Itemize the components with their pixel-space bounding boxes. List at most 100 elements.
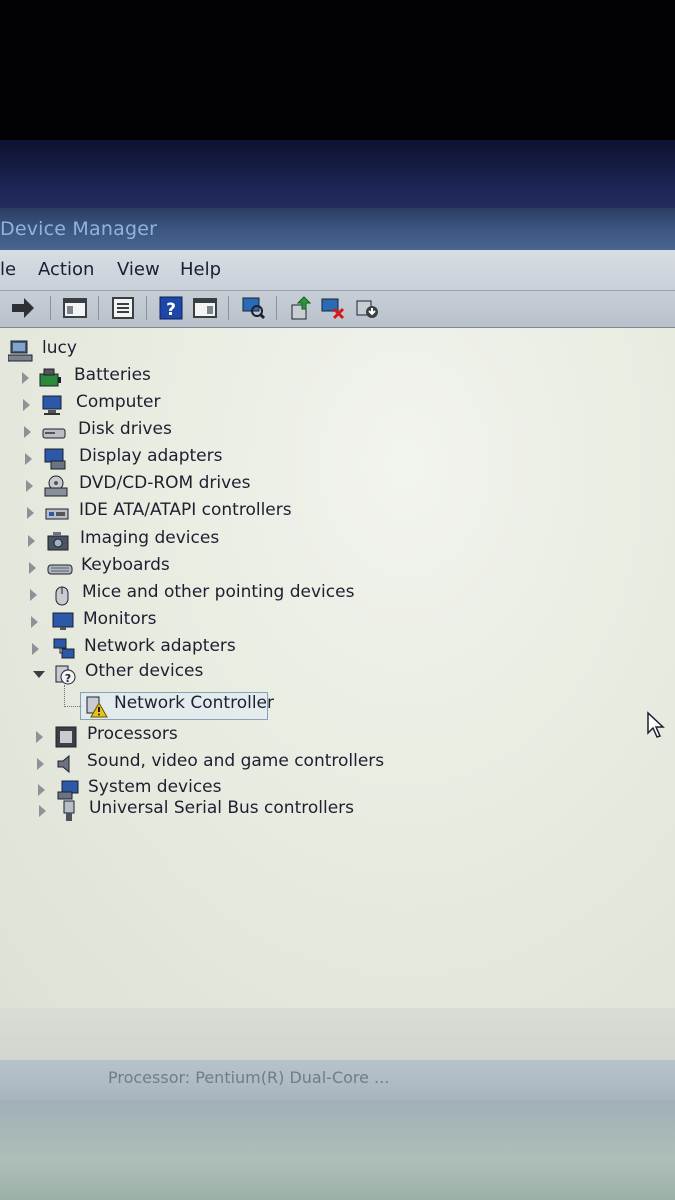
tree-item-label: Batteries [74,365,151,385]
computer-root-icon [7,339,33,363]
expand-arrow-icon[interactable] [39,805,46,817]
usb-icon [57,799,81,823]
scan-hardware-icon[interactable] [240,295,266,321]
tree-item-label: Mice and other pointing devices [82,582,355,602]
expand-arrow-icon[interactable] [32,643,39,655]
screen-bottom-edge [0,1100,675,1200]
tree-item-usb-controllers[interactable]: Universal Serial Bus controllers [39,798,379,824]
uninstall-icon[interactable] [320,295,346,321]
tree-item-display-adapters[interactable]: Display adapters [25,446,325,472]
forward-icon[interactable] [10,295,36,321]
window-title: Device Manager [0,218,158,240]
dvd-drive-icon [44,474,68,498]
tree-item-label: Disk drives [78,419,172,439]
screen-top-edge [0,0,675,140]
update-driver-icon[interactable] [288,295,314,321]
tree-item-computer[interactable]: Computer [23,392,323,418]
tree-item-label: Sound, video and game controllers [87,751,385,771]
toolbar-separator [98,296,99,320]
tree-item-dvd-drives[interactable]: DVD/CD-ROM drives [26,473,346,499]
device-tree: lucy Batteries Computer Disk drives Disp… [0,328,675,1008]
toolbar-separator [276,296,277,320]
properties-icon[interactable] [110,295,136,321]
disk-drive-icon [42,420,66,444]
mouse-cursor-icon [646,711,666,743]
tree-item-label: System devices [88,777,222,797]
tree-item-label: Universal Serial Bus controllers [89,798,355,818]
status-text: Processor: Pentium(R) Dual-Core ... [108,1068,390,1087]
tree-item-network-controller[interactable]: Network Controller [84,693,284,719]
mouse-icon [50,583,74,607]
tree-item-label: Other devices [85,661,204,681]
toolbar: ? [0,291,675,328]
processor-icon [54,725,78,749]
tree-item-mice[interactable]: Mice and other pointing devices [30,582,390,608]
tree-item-label: Keyboards [81,555,170,575]
ide-controller-icon [45,501,69,525]
monitor-icon [51,610,75,634]
menu-bar: le Action View Help [0,250,675,291]
action-pane-icon[interactable] [192,295,218,321]
expand-arrow-icon[interactable] [28,535,35,547]
toolbar-separator [228,296,229,320]
tree-item-label: Display adapters [79,446,223,466]
display-adapter-icon [43,447,67,471]
tree-connector [64,685,65,707]
tree-item-label: Computer [76,392,161,412]
unknown-device-icon: ? [53,662,77,686]
tree-item-other-devices[interactable]: ? Other devices [33,661,333,687]
expand-arrow-icon[interactable] [30,589,37,601]
svg-text:?: ? [65,672,71,685]
network-adapter-icon [52,637,76,661]
console-tree-icon[interactable] [62,295,88,321]
expand-arrow-icon[interactable] [23,399,30,411]
expand-arrow-icon[interactable] [24,426,31,438]
tree-bottom-area [0,1008,675,1068]
expand-arrow-icon[interactable] [22,372,29,384]
expand-arrow-icon[interactable] [38,784,45,796]
tree-item-label: IDE ATA/ATAPI controllers [79,500,292,520]
toolbar-separator [146,296,147,320]
tree-item-sound-controllers[interactable]: Sound, video and game controllers [37,751,397,777]
tree-item-ide-controllers[interactable]: IDE ATA/ATAPI controllers [27,500,367,526]
battery-icon [38,366,62,390]
camera-icon [46,529,70,553]
tree-item-label: DVD/CD-ROM drives [79,473,251,493]
collapse-arrow-icon[interactable] [33,671,45,678]
device-manager-window: Device Manager le Action View Help ? luc… [0,208,675,1068]
tree-root[interactable]: lucy [7,338,208,364]
disable-icon[interactable] [354,295,380,321]
menu-file[interactable]: le [0,259,16,280]
keyboard-icon [47,556,73,580]
tree-item-disk-drives[interactable]: Disk drives [24,419,324,445]
tree-item-label: Network adapters [84,636,236,656]
svg-text:?: ? [166,300,176,320]
computer-icon [40,393,64,417]
expand-arrow-icon[interactable] [25,453,32,465]
tree-item-label: Imaging devices [80,528,220,548]
expand-arrow-icon[interactable] [36,731,43,743]
tree-item-label: Processors [87,724,178,744]
desktop-background [0,140,675,210]
help-icon[interactable]: ? [158,295,184,321]
expand-arrow-icon[interactable] [37,758,44,770]
expand-arrow-icon[interactable] [26,480,33,492]
tree-item-label: Monitors [83,609,157,629]
expand-arrow-icon[interactable] [29,562,36,574]
tree-item-keyboards[interactable]: Keyboards [29,555,329,581]
tree-item-label: Network Controller [114,693,275,713]
tree-item-processors[interactable]: Processors [36,724,336,750]
warning-device-icon [84,694,108,718]
menu-view[interactable]: View [117,259,160,280]
tree-item-imaging-devices[interactable]: Imaging devices [28,528,328,554]
title-bar[interactable]: Device Manager [0,208,675,250]
toolbar-separator [50,296,51,320]
tree-root-label: lucy [42,338,77,358]
expand-arrow-icon[interactable] [27,507,34,519]
tree-item-monitors[interactable]: Monitors [31,609,331,635]
tree-item-batteries[interactable]: Batteries [22,365,322,391]
tree-item-network-adapters[interactable]: Network adapters [32,636,332,662]
menu-help[interactable]: Help [180,259,221,280]
expand-arrow-icon[interactable] [31,616,38,628]
menu-action[interactable]: Action [38,259,94,280]
